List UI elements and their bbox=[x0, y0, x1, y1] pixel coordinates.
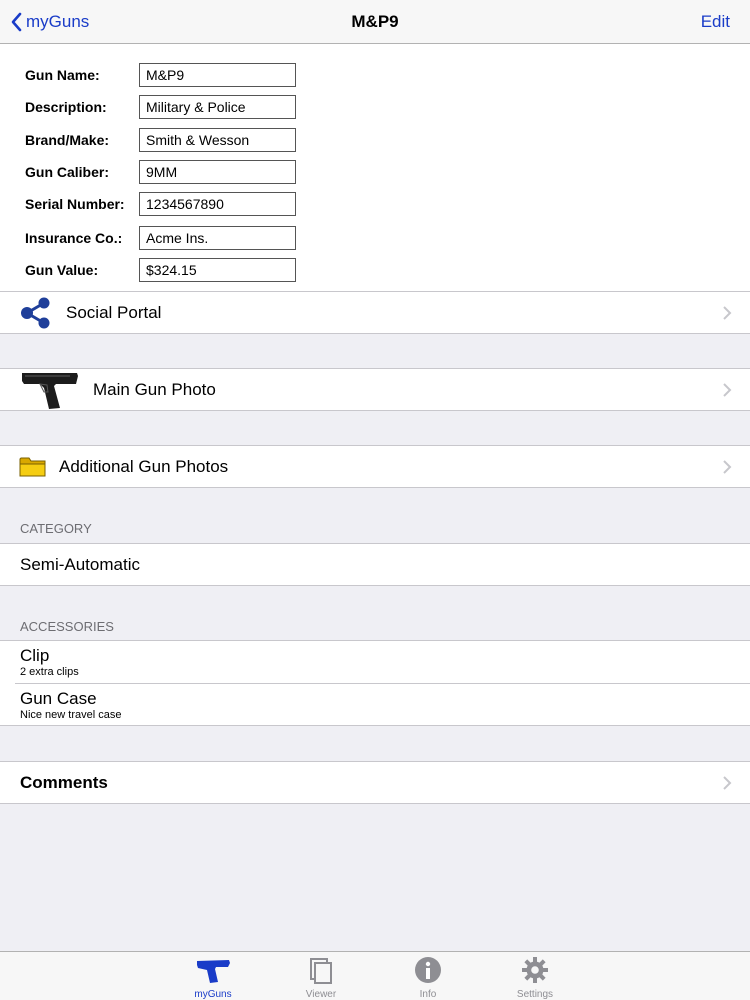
insurance-label: Insurance Co.: bbox=[25, 230, 123, 246]
social-portal-label: Social Portal bbox=[66, 303, 162, 322]
additional-gun-photos-label: Additional Gun Photos bbox=[59, 457, 229, 476]
chevron-right-icon bbox=[723, 460, 732, 474]
accessory-detail: Nice new travel case bbox=[20, 709, 122, 721]
tab-info[interactable]: Info bbox=[388, 956, 468, 1000]
pistol-thumbnail bbox=[22, 373, 78, 409]
accessories-header: ACCESSORIES bbox=[20, 619, 114, 634]
category-row[interactable]: Semi-Automatic bbox=[0, 543, 750, 586]
comments-label: Comments bbox=[20, 773, 108, 792]
gun-name-label: Gun Name: bbox=[25, 67, 100, 83]
main-gun-photo-row[interactable]: Main Gun Photo bbox=[0, 368, 750, 411]
chevron-right-icon bbox=[723, 383, 732, 397]
comments-row[interactable]: Comments bbox=[0, 761, 750, 804]
edit-button[interactable]: Edit bbox=[701, 12, 730, 32]
list-item[interactable]: Clip 2 extra clips bbox=[0, 641, 750, 684]
description-label: Description: bbox=[25, 99, 107, 115]
tab-settings-label: Settings bbox=[516, 989, 554, 1000]
accessory-title: Clip bbox=[20, 646, 50, 665]
caliber-row: Gun Caliber: bbox=[25, 160, 296, 184]
gun-value-field[interactable] bbox=[139, 258, 296, 282]
gear-icon bbox=[522, 957, 548, 983]
brand-label: Brand/Make: bbox=[25, 132, 110, 148]
pistol-icon bbox=[197, 960, 230, 983]
gun-details-form: Gun Name: Description: Brand/Make: Gun C… bbox=[0, 44, 750, 292]
viewer-icon bbox=[310, 958, 332, 984]
social-portal-row[interactable]: Social Portal bbox=[0, 291, 750, 334]
accessory-title: Gun Case bbox=[20, 689, 97, 708]
tab-myguns-label: myGuns bbox=[194, 989, 232, 1000]
tab-viewer-label: Viewer bbox=[305, 989, 337, 1000]
tab-bar: myGuns Viewer Info Settings bbox=[0, 951, 750, 1000]
caliber-label: Gun Caliber: bbox=[25, 164, 110, 180]
list-item[interactable]: Gun Case Nice new travel case bbox=[0, 684, 750, 727]
category-header: CATEGORY bbox=[20, 521, 92, 536]
additional-gun-photos-row[interactable]: Additional Gun Photos bbox=[0, 445, 750, 488]
insurance-row: Insurance Co.: bbox=[25, 226, 296, 250]
gun-name-field[interactable] bbox=[139, 63, 296, 87]
accessories-list: Clip 2 extra clips Gun Case Nice new tra… bbox=[0, 640, 750, 726]
main-gun-photo-label: Main Gun Photo bbox=[93, 380, 216, 399]
share-network-icon bbox=[21, 297, 50, 329]
caliber-field[interactable] bbox=[139, 160, 296, 184]
serial-number-row: Serial Number: bbox=[25, 192, 296, 216]
insurance-field[interactable] bbox=[139, 226, 296, 250]
tab-info-label: Info bbox=[419, 989, 437, 1000]
tab-viewer[interactable]: Viewer bbox=[281, 956, 361, 1000]
tab-settings[interactable]: Settings bbox=[495, 956, 575, 1000]
description-field[interactable] bbox=[139, 95, 296, 119]
gun-value-label: Gun Value: bbox=[25, 262, 99, 278]
gun-value-row: Gun Value: bbox=[25, 258, 296, 282]
tab-myguns[interactable]: myGuns bbox=[173, 956, 253, 1000]
chevron-right-icon bbox=[723, 776, 732, 790]
gun-name-row: Gun Name: bbox=[25, 63, 296, 87]
info-icon bbox=[415, 957, 441, 983]
brand-field[interactable] bbox=[139, 128, 296, 152]
description-row: Description: bbox=[25, 95, 296, 119]
serial-number-field[interactable] bbox=[139, 192, 296, 216]
navigation-bar: myGuns M&P9 Edit bbox=[0, 0, 750, 44]
category-value: Semi-Automatic bbox=[20, 555, 140, 574]
serial-number-label: Serial Number: bbox=[25, 196, 125, 212]
accessory-detail: 2 extra clips bbox=[20, 666, 79, 678]
chevron-right-icon bbox=[723, 306, 732, 320]
page-title: M&P9 bbox=[351, 12, 399, 31]
brand-row: Brand/Make: bbox=[25, 128, 296, 152]
folder-icon bbox=[19, 457, 46, 477]
